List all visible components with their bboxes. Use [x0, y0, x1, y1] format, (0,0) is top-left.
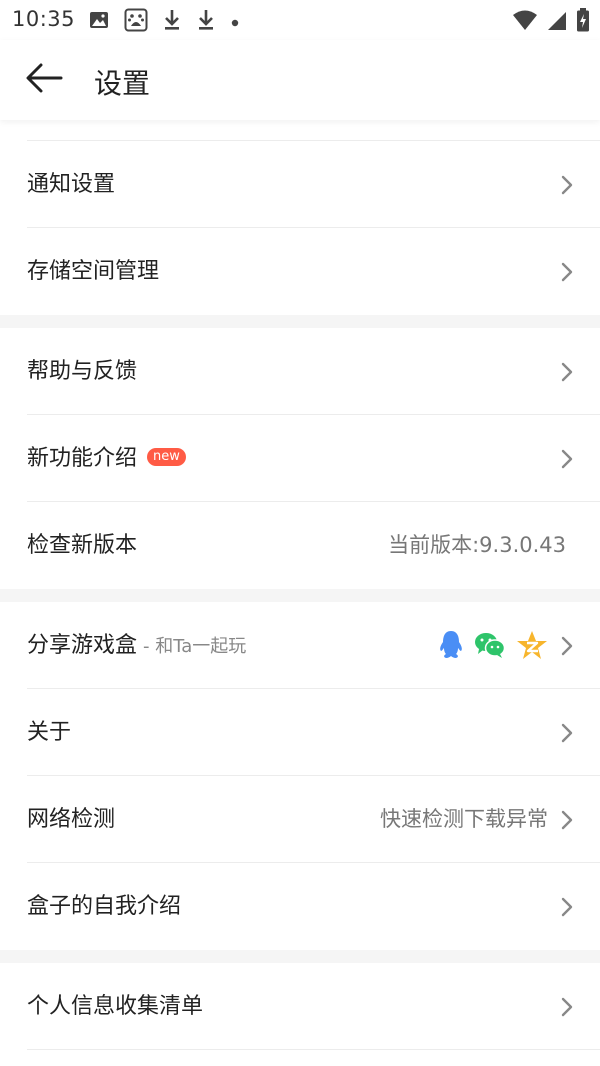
settings-item-about[interactable]: 关于 [0, 689, 600, 776]
chevron-right-icon [561, 810, 573, 830]
status-time: 10:35 [12, 7, 76, 31]
settings-item-label: 帮助与反馈 [27, 359, 138, 384]
battery-charging-icon [576, 8, 590, 36]
settings-item-label: 新功能介绍 [27, 446, 138, 471]
top-spacer [0, 120, 600, 141]
settings-item-help-feedback[interactable]: 帮助与反馈 [0, 328, 600, 415]
system-icons [504, 8, 590, 36]
settings-item-label: 存储空间管理 [27, 259, 160, 284]
download-icon [196, 8, 216, 36]
section-gap [0, 589, 600, 602]
chevron-right-icon [561, 723, 573, 743]
settings-item-label: 检查新版本 [27, 533, 138, 558]
settings-item-new-features[interactable]: 新功能介绍 new [0, 415, 600, 502]
signal-icon [546, 9, 568, 35]
dot-icon [230, 13, 240, 32]
settings-item-label: 分享游戏盒 [27, 633, 138, 658]
settings-item-label: 盒子的自我介绍 [27, 894, 182, 919]
share-icons [428, 630, 548, 664]
network-check-hint: 快速检测下载异常 [380, 807, 548, 831]
settings-list: 通知设置 存储空间管理 帮助与反馈 新功能介绍 new 检查新版本 当前版本:9.… [0, 120, 600, 1050]
wifi-icon [512, 9, 538, 35]
download-icon [162, 8, 182, 36]
settings-item-label: 网络检测 [27, 807, 116, 832]
baidu-paw-icon [124, 8, 148, 36]
chevron-right-icon [561, 449, 573, 469]
settings-item-check-version[interactable]: 检查新版本 当前版本:9.3.0.43 [0, 502, 600, 589]
chevron-right-icon [561, 175, 573, 195]
share-subtext: - 和Ta一起玩 [143, 636, 247, 657]
settings-item-label: 通知设置 [27, 172, 116, 197]
current-version-value: 当前版本:9.3.0.43 [388, 533, 566, 557]
qq-icon[interactable] [438, 630, 464, 664]
title-bar: 设置 [0, 40, 600, 120]
settings-item-personal-info-list[interactable]: 个人信息收集清单 [0, 963, 600, 1050]
notification-icons [88, 8, 254, 36]
section-gap [0, 950, 600, 963]
settings-item-self-intro[interactable]: 盒子的自我介绍 [0, 863, 600, 950]
qzone-icon[interactable] [516, 630, 548, 664]
chevron-right-icon [561, 262, 573, 282]
status-bar: 10:35 [0, 0, 600, 40]
settings-item-label: 个人信息收集清单 [27, 994, 204, 1019]
section-gap [0, 315, 600, 328]
back-button[interactable] [20, 58, 68, 102]
chevron-right-icon [561, 636, 573, 656]
settings-item-label: 关于 [27, 720, 72, 745]
settings-item-notification[interactable]: 通知设置 [0, 141, 600, 228]
page-title: 设置 [94, 67, 151, 100]
chevron-right-icon [561, 362, 573, 382]
settings-item-network-check[interactable]: 网络检测 快速检测下载异常 [0, 776, 600, 863]
image-icon [88, 9, 110, 35]
wechat-icon[interactable] [474, 631, 506, 663]
settings-item-storage[interactable]: 存储空间管理 [0, 228, 600, 315]
chevron-right-icon [561, 897, 573, 917]
arrow-left-icon [25, 63, 63, 97]
chevron-right-icon [561, 997, 573, 1017]
new-badge: new [147, 448, 186, 466]
settings-item-share[interactable]: 分享游戏盒 - 和Ta一起玩 [0, 602, 600, 689]
